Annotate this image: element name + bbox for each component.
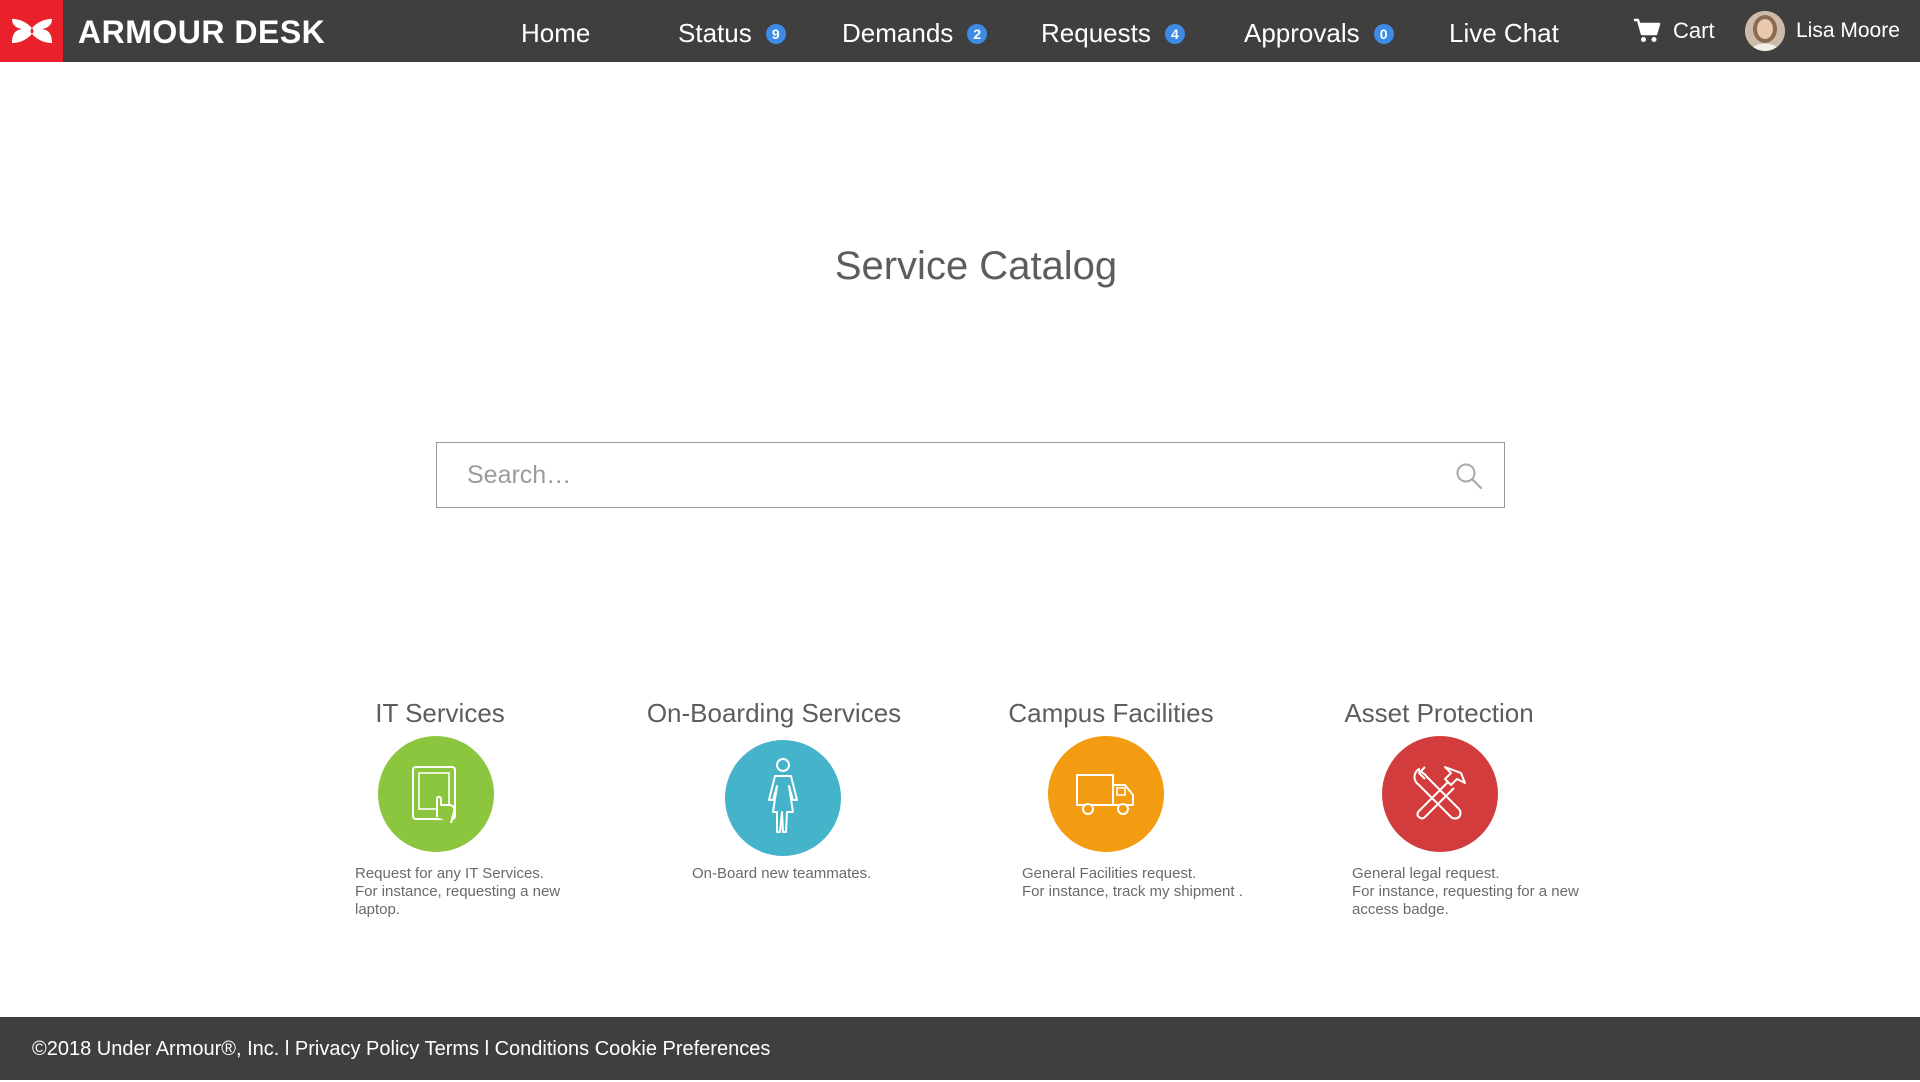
search-input[interactable] <box>467 443 1427 507</box>
nav-approvals-label: Approvals <box>1244 18 1360 48</box>
card-icon-circle <box>1382 736 1498 852</box>
nav-requests[interactable]: Requests 4 <box>1041 0 1185 62</box>
user-menu[interactable]: Lisa Moore <box>1745 0 1900 62</box>
card-icon-circle <box>725 740 841 856</box>
nav-demands-label: Demands <box>842 18 954 48</box>
nav-demands[interactable]: Demands 2 <box>842 0 988 62</box>
card-description-line: For instance, requesting a new <box>355 883 561 900</box>
search-icon[interactable] <box>1454 461 1484 491</box>
footer: ©2018 Under Armour®, Inc. l Privacy Poli… <box>0 1017 1920 1080</box>
cart-label: Cart <box>1673 18 1715 43</box>
under-armour-logo[interactable] <box>0 0 63 62</box>
card-description-line: laptop. <box>355 901 401 918</box>
nav-approvals[interactable]: Approvals 0 <box>1244 0 1394 62</box>
tools-icon <box>1413 766 1466 820</box>
approvals-count-badge: 0 <box>1373 24 1394 44</box>
footer-copyright: ©2018 Under Armour®, Inc. l <box>32 1038 295 1060</box>
card-description-line: access badge. <box>1352 901 1449 918</box>
card-title: On-Boarding Services <box>646 698 902 728</box>
cart-icon <box>1634 18 1661 42</box>
page-title: Service Catalog <box>834 244 1118 288</box>
card-description: General Facilities request. For instance… <box>1022 865 1243 901</box>
card-description-line: For instance, track my shipment . <box>1022 883 1243 900</box>
user-avatar <box>1745 11 1785 51</box>
card-description: General legal request. For instance, req… <box>1352 865 1579 919</box>
card-description-line: On-Board new teammates. <box>692 865 872 882</box>
card-icon-circle <box>1048 736 1164 852</box>
brand-name[interactable]: ARMOUR DESK <box>78 0 325 62</box>
footer-terms-link[interactable]: Terms l Conditions <box>425 1038 590 1060</box>
footer-privacy-policy-link[interactable]: Privacy Policy <box>295 1038 419 1060</box>
requests-count-badge: 4 <box>1164 24 1185 44</box>
card-description-line: General legal request. <box>1352 865 1500 882</box>
truck-icon <box>1076 774 1134 815</box>
person-icon <box>768 758 798 833</box>
nav-home[interactable]: Home <box>521 0 590 62</box>
card-description: On-Board new teammates. <box>692 865 871 883</box>
nav-status[interactable]: Status 9 <box>678 0 786 62</box>
nav-requests-label: Requests <box>1041 18 1151 48</box>
user-name: Lisa Moore <box>1796 19 1900 42</box>
card-description: Request for any IT Services. For instanc… <box>355 865 560 919</box>
nav-status-label: Status <box>678 18 752 48</box>
card-title: Campus Facilities <box>1008 698 1214 728</box>
card-title: IT Services <box>375 698 505 728</box>
nav-live-chat[interactable]: Live Chat <box>1449 0 1559 62</box>
card-icon-circle <box>378 736 494 852</box>
top-navigation-bar: ARMOUR DESK Home Status 9 Demands 2 Reques… <box>0 0 1920 62</box>
nav-home-label: Home <box>521 18 591 48</box>
card-description-line: For instance, requesting for a new <box>1352 883 1579 900</box>
nav-live-chat-label: Live Chat <box>1449 18 1559 48</box>
status-count-badge: 9 <box>765 24 786 44</box>
logo-icon <box>11 19 52 43</box>
tablet-touch-icon <box>412 766 456 824</box>
search-box <box>436 442 1505 508</box>
card-description-line: General Facilities request. <box>1022 865 1197 882</box>
card-title: Asset Protection <box>1344 698 1534 728</box>
demands-count-badge: 2 <box>967 24 988 44</box>
card-description-line: Request for any IT Services. <box>355 865 544 882</box>
footer-cookie-preferences-link[interactable]: Cookie Preferences <box>595 1038 771 1060</box>
cart-button[interactable]: Cart <box>1633 0 1715 62</box>
